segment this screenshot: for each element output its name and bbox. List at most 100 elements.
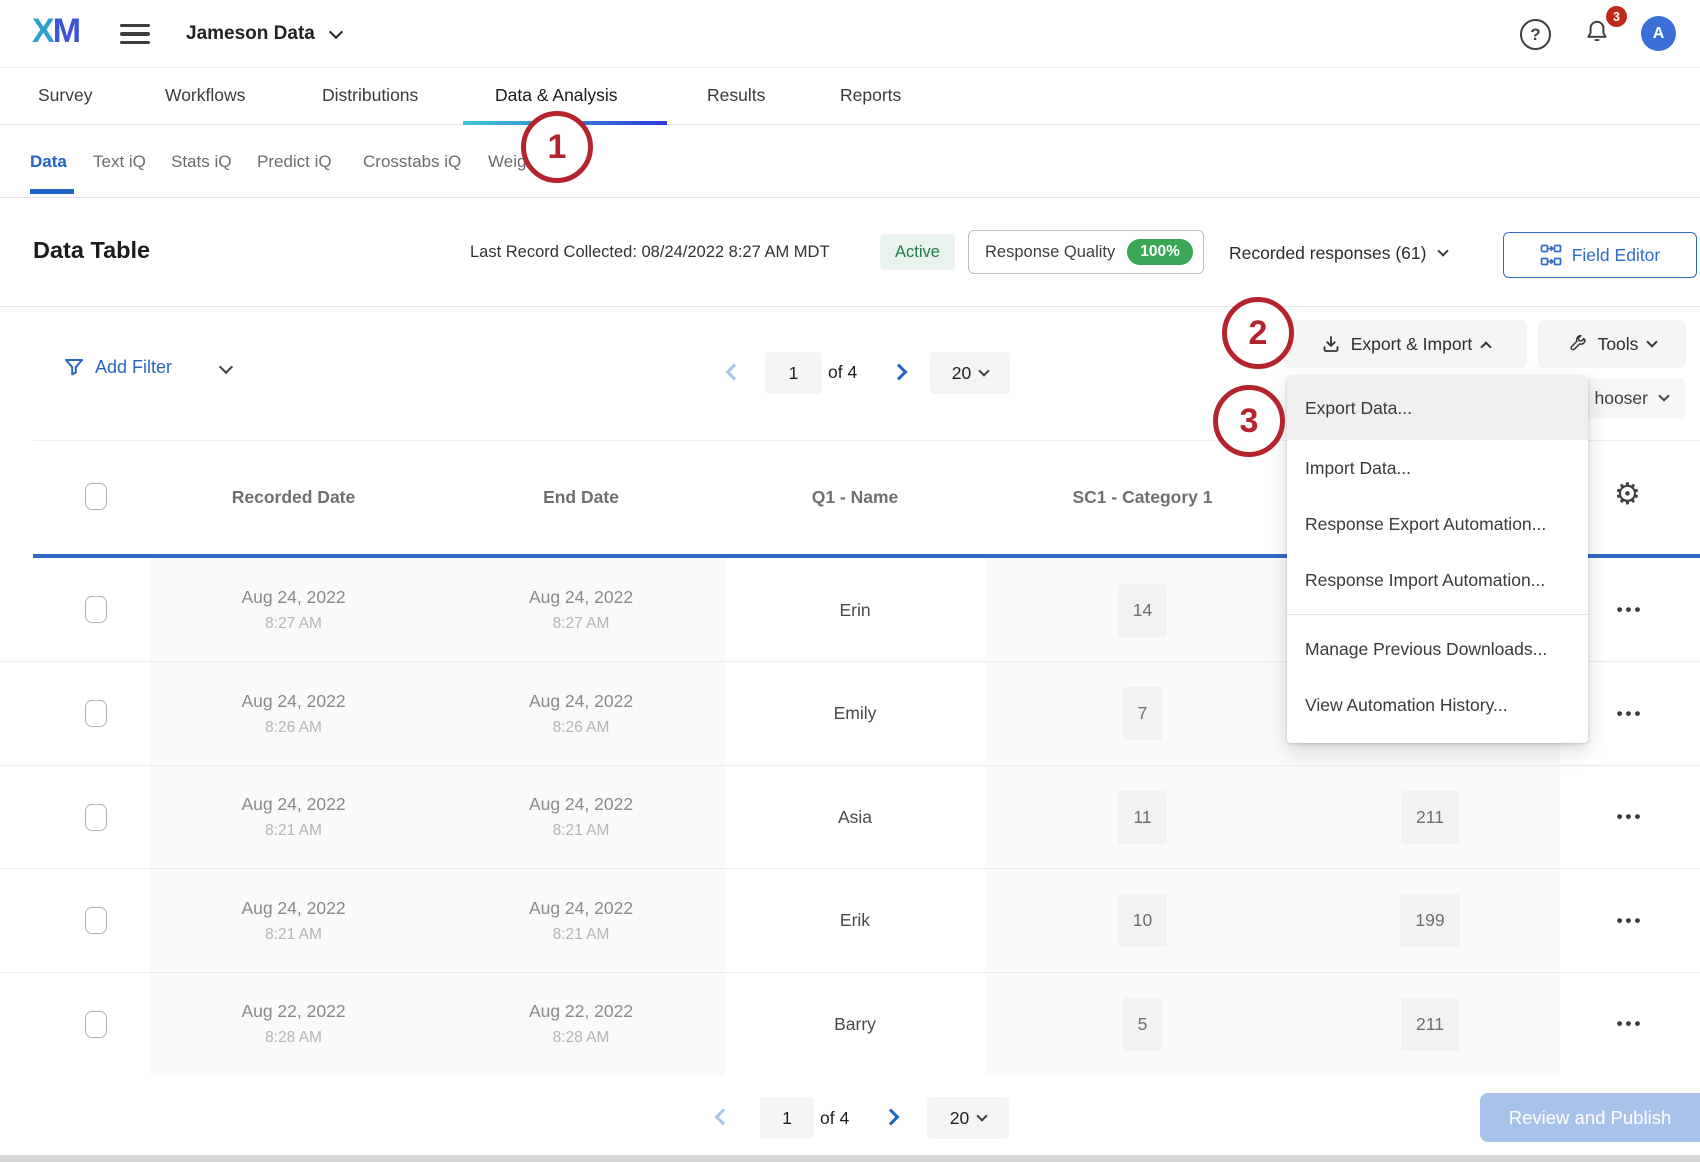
annotation-step-2: 2 [1222,297,1294,369]
add-filter-label: Add Filter [95,357,172,378]
category2-value: 211 [1401,998,1459,1051]
bottom-edge-bar [0,1155,1700,1162]
category2-cell: 211 [1300,973,1560,1076]
ellipsis-icon[interactable]: ••• [1617,911,1644,931]
row-actions-cell: ••• [1560,869,1700,972]
time-text: 8:21 AM [265,926,322,944]
page-size-dropdown[interactable]: 20 [927,1097,1009,1139]
tab-survey[interactable]: Survey [38,85,92,106]
row-checkbox[interactable] [85,804,107,831]
workspace-selector[interactable]: Jameson Data [186,20,341,48]
subtab-data[interactable]: Data [30,152,67,172]
next-page-icon[interactable] [891,364,908,381]
column-header-sc1-category1[interactable]: SC1 - Category 1 [985,487,1300,508]
page-number-box[interactable]: 1 [760,1097,814,1139]
add-filter-button[interactable]: Add Filter [63,356,172,378]
time-text: 8:27 AM [553,615,610,633]
row-checkbox[interactable] [85,596,107,623]
qualtrics-data-analysis-screen: XM Jameson Data ? 3 A Survey Workflows D… [0,0,1700,1162]
column-header-recorded-date[interactable]: Recorded Date [150,487,437,508]
avatar[interactable]: A [1641,16,1676,51]
time-text: 8:21 AM [265,822,322,840]
prev-page-icon[interactable] [715,1109,732,1126]
ellipsis-icon[interactable]: ••• [1617,1014,1644,1034]
select-all-checkbox[interactable] [85,483,107,510]
date-text: Aug 24, 2022 [241,587,345,608]
menu-divider [1287,614,1588,615]
page-number-box[interactable]: 1 [765,352,822,394]
chevron-down-icon [977,1110,988,1121]
tab-distributions[interactable]: Distributions [322,85,418,106]
name-cell: Emily [725,662,985,765]
category1-cell: 5 [985,973,1300,1076]
category2-cell: 211 [1300,766,1560,869]
date-text: Aug 24, 2022 [529,898,633,919]
category1-value: 5 [1123,998,1163,1051]
menu-item[interactable]: Import Data... [1287,440,1588,496]
menu-item[interactable]: Response Export Automation... [1287,496,1588,552]
chevron-down-icon [1658,390,1669,401]
date-text: Aug 24, 2022 [241,794,345,815]
menu-item[interactable]: Export Data... [1287,376,1588,440]
table-row: Aug 24, 20228:21 AMAug 24, 20228:21 AMAs… [0,765,1700,869]
category2-value: 199 [1400,894,1459,947]
tab-data-analysis[interactable]: Data & Analysis [495,85,618,106]
date-text: Aug 24, 2022 [529,691,633,712]
end-date-cell: Aug 24, 20228:21 AM [437,766,725,869]
category1-value: 10 [1118,894,1167,947]
response-quality-chip[interactable]: Response Quality 100% [968,230,1204,274]
subtab-text-iq[interactable]: Text iQ [93,152,146,172]
tab-reports[interactable]: Reports [840,85,901,106]
next-page-icon[interactable] [883,1109,900,1126]
review-and-publish-button[interactable]: Review and Publish [1480,1093,1700,1142]
tab-workflows[interactable]: Workflows [165,85,245,106]
page-size-dropdown[interactable]: 20 [930,352,1010,394]
subtab-stats-iq[interactable]: Stats iQ [171,152,231,172]
gear-icon[interactable]: ⚙ [1614,478,1641,512]
row-actions-cell: ••• [1560,973,1700,1076]
export-import-menu: Export Data...Import Data...Response Exp… [1287,376,1588,743]
subtab-crosstabs-iq[interactable]: Crosstabs iQ [363,152,461,172]
category1-cell: 11 [985,766,1300,869]
top-bar: XM Jameson Data ? 3 A [0,0,1700,68]
ellipsis-icon[interactable]: ••• [1617,807,1644,827]
main-nav: Survey Workflows Distributions Data & An… [0,68,1700,125]
tools-button[interactable]: Tools [1538,320,1686,368]
category1-value: 14 [1118,584,1167,637]
table-row: Aug 24, 20228:21 AMAug 24, 20228:21 AMEr… [0,868,1700,972]
last-record-collected: Last Record Collected: 08/24/2022 8:27 A… [470,243,830,262]
export-import-button[interactable]: Export & Import [1284,320,1527,368]
subtab-predict-iq[interactable]: Predict iQ [257,152,332,172]
row-checkbox[interactable] [85,907,107,934]
hamburger-menu-icon[interactable] [120,24,150,44]
annotation-step-3: 3 [1213,385,1285,457]
column-header-q1-name[interactable]: Q1 - Name [725,487,985,508]
ellipsis-icon[interactable]: ••• [1617,600,1644,620]
filter-chevron-down-icon[interactable] [219,360,233,374]
recorded-responses-dropdown[interactable]: Recorded responses (61) [1229,238,1447,268]
response-quality-value: 100% [1127,239,1193,265]
table-row: Aug 22, 20228:28 AMAug 22, 20228:28 AMBa… [0,972,1700,1076]
menu-item[interactable]: View Automation History... [1287,677,1588,733]
prev-page-icon[interactable] [726,364,743,381]
menu-item[interactable]: Manage Previous Downloads... [1287,621,1588,677]
ellipsis-icon[interactable]: ••• [1617,704,1644,724]
column-header-end-date[interactable]: End Date [437,487,725,508]
xm-logo[interactable]: XM [32,12,79,51]
end-date-cell: Aug 22, 20228:28 AM [437,973,725,1076]
date-text: Aug 22, 2022 [241,1001,345,1022]
row-checkbox[interactable] [85,1011,107,1038]
time-text: 8:26 AM [265,719,322,737]
field-editor-label: Field Editor [1572,245,1661,266]
end-date-cell: Aug 24, 20228:21 AM [437,869,725,972]
sub-nav: Data Text iQ Stats iQ Predict iQ Crossta… [0,125,1700,198]
field-editor-button[interactable]: Field Editor [1503,232,1697,278]
help-icon[interactable]: ? [1520,19,1551,50]
row-checkbox[interactable] [85,700,107,727]
subtab-weighting[interactable]: Weig [488,152,526,172]
menu-item[interactable]: Response Import Automation... [1287,552,1588,608]
filter-icon [63,356,85,378]
tab-results[interactable]: Results [707,85,765,106]
date-text: Aug 24, 2022 [529,587,633,608]
chevron-down-icon [979,365,990,376]
